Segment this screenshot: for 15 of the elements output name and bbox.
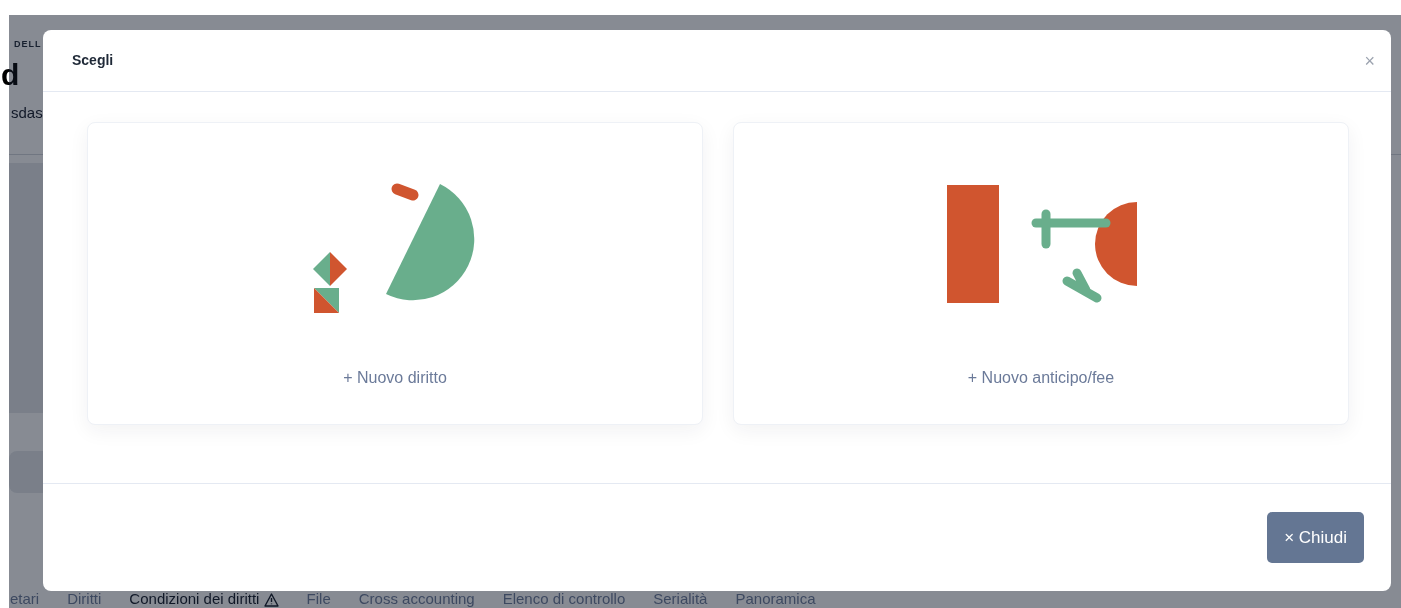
tab[interactable]: Elenco di controllo	[502, 590, 626, 607]
tab[interactable]: Serialità	[653, 590, 708, 607]
tab[interactable]: etari	[10, 590, 40, 607]
section-label: DELL	[13, 38, 42, 51]
page-subtitle: sdas	[10, 102, 43, 123]
tab[interactable]: Cross accounting	[358, 590, 475, 607]
option-card[interactable]: + Nuovo diritto	[87, 122, 703, 425]
tab[interactable]: File	[306, 590, 331, 607]
close-button[interactable]: ×	[1360, 47, 1379, 74]
option-card[interactable]: + Nuovo anticipo/fee	[733, 122, 1349, 425]
tab[interactable]: Diritti	[67, 590, 102, 607]
tab[interactable]: Panoramica	[735, 590, 816, 607]
tab[interactable]: Condizioni dei diritti	[129, 590, 279, 607]
close-button[interactable]: × Chiudi	[1267, 511, 1364, 564]
modal-title: Scegli	[72, 51, 114, 70]
